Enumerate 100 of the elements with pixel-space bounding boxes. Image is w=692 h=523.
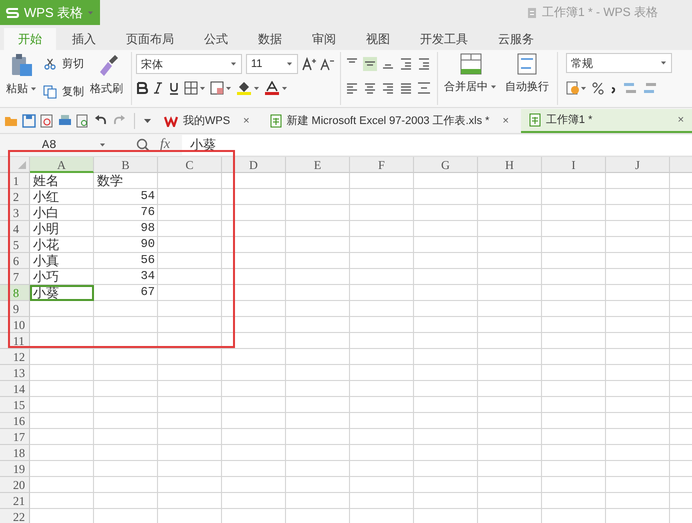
increase-indent-icon[interactable] <box>417 57 431 71</box>
fill-color-icon[interactable] <box>236 81 260 95</box>
bold-icon[interactable] <box>136 81 148 95</box>
column-header[interactable]: G <box>414 157 478 173</box>
caret-icon[interactable] <box>286 61 293 67</box>
decrease-indent-icon[interactable] <box>399 57 413 71</box>
close-icon[interactable]: × <box>235 114 250 126</box>
print-preview-icon[interactable] <box>76 114 90 128</box>
table-cell-text: 56 <box>140 253 156 269</box>
number-format-dropdown[interactable]: 常规 <box>566 53 672 73</box>
row-header[interactable]: 15 <box>0 397 30 413</box>
row-header[interactable]: 21 <box>0 493 30 509</box>
column-header[interactable]: B <box>94 157 158 173</box>
grow-font-icon[interactable] <box>302 57 316 71</box>
column-header[interactable]: I <box>542 157 606 173</box>
column-header[interactable]: A <box>30 157 94 173</box>
caret-icon[interactable] <box>30 86 37 92</box>
row-header[interactable]: 2 <box>0 189 30 205</box>
table-cell: 小葵 <box>30 285 94 301</box>
close-icon[interactable]: × <box>670 114 684 126</box>
ribbon-tab[interactable]: 开发工具 <box>406 28 482 50</box>
wrap-text-button[interactable]: 自动换行 <box>503 52 551 105</box>
wps-logo-icon <box>6 6 20 18</box>
distribute-icon[interactable] <box>417 81 431 95</box>
align-center-icon[interactable] <box>363 81 377 95</box>
save-icon[interactable] <box>22 114 36 128</box>
row-header[interactable]: 19 <box>0 461 30 477</box>
percent-icon[interactable] <box>592 81 604 95</box>
row-header[interactable]: 14 <box>0 381 30 397</box>
justify-icon[interactable] <box>399 81 413 95</box>
column-header[interactable]: C <box>158 157 222 173</box>
name-box[interactable]: A8 <box>0 135 110 155</box>
caret-icon[interactable] <box>490 84 497 90</box>
paste-button[interactable]: 粘贴 <box>4 52 39 105</box>
document-tab[interactable]: 新建 Microsoft Excel 97-2003 工作表.xls * × <box>262 108 517 132</box>
spreadsheet-icon <box>528 112 541 126</box>
font-dropdown[interactable]: 宋体 <box>136 54 242 74</box>
shrink-font-icon[interactable] <box>320 57 334 71</box>
caret-icon[interactable] <box>99 142 106 148</box>
table-cell-text: 小花 <box>32 237 60 253</box>
font-color-icon[interactable] <box>264 81 288 95</box>
row-header[interactable]: 17 <box>0 429 30 445</box>
document-tab[interactable]: 工作簿1 * × <box>520 108 692 132</box>
column-header[interactable]: F <box>350 157 414 173</box>
row-header[interactable]: 5 <box>0 237 30 253</box>
caret-icon[interactable] <box>230 61 237 67</box>
row-header[interactable]: 10 <box>0 317 30 333</box>
border-icon[interactable] <box>184 81 206 95</box>
font-size-dropdown[interactable]: 11 <box>246 54 298 74</box>
ribbon-tab[interactable]: 开始 <box>4 28 56 50</box>
ribbon-tab[interactable]: 审阅 <box>298 28 350 50</box>
row-header[interactable]: 9 <box>0 301 30 317</box>
row-header[interactable]: 6 <box>0 253 30 269</box>
merge-center-button[interactable]: 合并居中 <box>442 52 499 105</box>
ribbon-tab[interactable]: 插入 <box>58 28 110 50</box>
column-header[interactable]: E <box>286 157 350 173</box>
underline-icon[interactable] <box>168 81 180 95</box>
row-header[interactable]: 12 <box>0 349 30 365</box>
select-all-button[interactable] <box>0 157 30 173</box>
print-icon[interactable] <box>58 114 72 128</box>
table-cell-text: 姓名 <box>32 173 60 189</box>
dropdown-caret-icon[interactable] <box>143 116 152 124</box>
row-header[interactable]: 16 <box>0 413 30 429</box>
document-tab[interactable]: 我的WPS × <box>156 108 258 132</box>
row-header[interactable]: 3 <box>0 205 30 221</box>
ribbon-tab[interactable]: 数据 <box>244 28 296 50</box>
column-header[interactable]: J <box>606 157 670 173</box>
copy-button[interactable]: 复制 <box>43 84 84 99</box>
align-left-icon[interactable] <box>345 81 359 95</box>
align-right-icon[interactable] <box>381 81 395 95</box>
column-header[interactable]: H <box>478 157 542 173</box>
ribbon-tab[interactable]: 云服务 <box>484 28 548 50</box>
wps-logo-icon <box>164 114 178 126</box>
zoom-icon[interactable] <box>136 138 150 152</box>
table-cell-text: 34 <box>140 269 156 285</box>
cut-button[interactable]: 剪切 <box>43 56 84 71</box>
row-header[interactable]: 13 <box>0 365 30 381</box>
row-header[interactable]: 20 <box>0 477 30 493</box>
formula-field[interactable]: 小葵 <box>182 135 692 155</box>
row-header[interactable]: 7 <box>0 269 30 285</box>
format-painter-button[interactable]: 格式刷 <box>88 52 125 105</box>
column-header[interactable]: D <box>222 157 286 173</box>
row-header[interactable]: 22 <box>0 509 30 523</box>
italic-icon[interactable] <box>152 81 164 95</box>
row-header[interactable]: 1 <box>0 173 30 189</box>
table-cell-text: 67 <box>140 285 156 301</box>
export-icon[interactable] <box>40 114 54 128</box>
row-header[interactable]: 4 <box>0 221 30 237</box>
table-cell-text: 76 <box>140 205 156 221</box>
cell-style-icon[interactable] <box>210 81 232 95</box>
ribbon-tab[interactable]: 视图 <box>352 28 404 50</box>
function-button[interactable]: fx <box>160 137 170 153</box>
row-header[interactable]: 18 <box>0 445 30 461</box>
ribbon-tab[interactable]: 公式 <box>190 28 242 50</box>
ribbon-tab[interactable]: 页面布局 <box>112 28 188 50</box>
table-cell-text: 54 <box>140 189 156 205</box>
caret-icon[interactable] <box>660 60 667 66</box>
close-icon[interactable]: × <box>494 114 509 126</box>
table-cell-text: 数学 <box>96 173 124 189</box>
table-cell-text: 小白 <box>32 205 60 221</box>
